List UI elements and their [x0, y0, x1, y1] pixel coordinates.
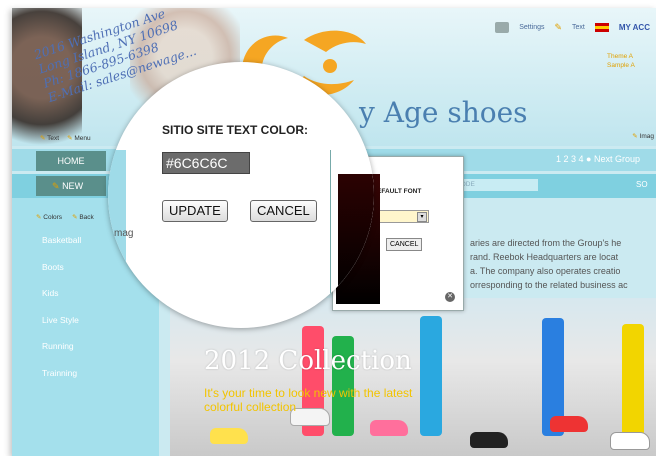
next-arrow-icon[interactable]: ●: [586, 154, 591, 164]
code-input[interactable]: CODE: [452, 179, 538, 191]
sidebar-item-live-style[interactable]: Live Style: [42, 314, 81, 341]
lens-sidebar-slice: [108, 150, 126, 328]
top-navigation: Settings ✎ Text MY ACC: [495, 22, 650, 33]
text-link[interactable]: Text: [572, 24, 585, 31]
search-label[interactable]: SO: [636, 180, 648, 189]
sidebar-item-trainning[interactable]: Trainning: [42, 367, 81, 394]
edit-menu-link[interactable]: ✎ Menu: [67, 134, 91, 142]
edit-colors-label: Colors: [43, 214, 63, 221]
about-line: rand. Reebok Headquarters are locat: [470, 252, 619, 262]
model-leg: [420, 316, 442, 436]
sidebar-item-kids[interactable]: Kids: [42, 287, 81, 314]
update-button[interactable]: UPDATE: [162, 200, 228, 222]
close-icon[interactable]: ✕: [445, 292, 455, 302]
about-line: aries are directed from the Group's he: [470, 238, 622, 248]
sneaker: [610, 432, 650, 450]
edit-back-label: Back: [79, 214, 94, 221]
settings-link[interactable]: Settings: [519, 24, 544, 31]
category-list: Basketball Boots Kids Live Style Running…: [42, 234, 81, 393]
pager[interactable]: 1 2 3 4 ● Next Group: [556, 154, 640, 164]
sneaker: [210, 428, 248, 444]
dropdown-arrow-icon[interactable]: ▾: [417, 212, 427, 222]
edit-image-label: Imag: [639, 133, 654, 140]
theme-label[interactable]: Theme A: [607, 52, 635, 61]
sneaker: [370, 420, 408, 436]
nav-new-button[interactable]: ✎ NEW: [36, 176, 106, 196]
edit-image-link[interactable]: ✎ Imag: [632, 132, 654, 140]
color-hex-input[interactable]: #6C6C6C: [162, 152, 250, 174]
pencil-icon: ✎: [40, 135, 46, 142]
brand-name: y Age shoes: [359, 96, 528, 129]
lens-image-label: mag: [114, 228, 134, 239]
default-font-label: EFAULT FONT: [377, 188, 422, 195]
flag-icon[interactable]: [594, 23, 609, 32]
sidebar-item-running[interactable]: Running: [42, 340, 81, 367]
font-cancel-button[interactable]: CANCEL: [386, 238, 423, 251]
tagline-line: It's your time to look new with the late…: [204, 386, 413, 400]
next-group-link[interactable]: Next Group: [594, 154, 640, 164]
sidebar-item-boots[interactable]: Boots: [42, 261, 81, 288]
tagline-line: colorful collection: [204, 400, 297, 414]
edit-menu-label: Menu: [74, 135, 91, 142]
sample-label[interactable]: Sample A: [607, 61, 635, 70]
pencil-icon: ✎: [554, 22, 563, 32]
text-color-label: SITIO SITE TEXT COLOR:: [162, 123, 309, 137]
lens-color-swatch: [338, 174, 374, 296]
pencil-icon: ✎: [52, 181, 60, 191]
edit-back-link[interactable]: ✎ Back: [72, 213, 94, 221]
model-leg: [622, 324, 644, 436]
pencil-icon: ✎: [36, 214, 42, 221]
edit-colors-link[interactable]: ✎ Colors: [36, 213, 62, 221]
magnifier-lens: mag SITIO SITE TEXT COLOR: #6C6C6C UPDAT…: [108, 62, 374, 328]
edit-text-link[interactable]: ✎ Text: [40, 134, 59, 142]
header-edit-tools: ✎ Text ✎ Menu: [40, 134, 91, 142]
nav-new-label: NEW: [62, 181, 84, 191]
sidebar-item-basketball[interactable]: Basketball: [42, 234, 81, 261]
banner-title: 2012 Collection: [204, 346, 412, 376]
banner-tagline: It's your time to look new with the late…: [204, 386, 412, 414]
about-line: a. The company also operates creatio: [470, 266, 621, 276]
edit-text-label: Text: [47, 135, 60, 142]
pencil-icon: ✎: [632, 133, 638, 140]
about-line: orresponding to the related business ac: [470, 280, 628, 290]
sneaker: [470, 432, 508, 448]
about-text: aries are directed from the Group's he r…: [470, 236, 628, 292]
settings-icon[interactable]: [495, 22, 510, 33]
pencil-icon: ✎: [67, 135, 73, 142]
nav-home-button[interactable]: HOME: [36, 151, 106, 171]
sidebar-edit-tools: ✎ Colors ✎ Back: [36, 213, 94, 221]
pencil-icon: ✎: [72, 214, 78, 221]
pager-numbers[interactable]: 1 2 3 4: [556, 154, 584, 164]
font-select[interactable]: ▾: [373, 210, 429, 223]
theme-selector[interactable]: Theme A Sample A: [607, 52, 635, 70]
sneaker: [550, 416, 588, 432]
cancel-button[interactable]: CANCEL: [250, 200, 317, 222]
my-account-link[interactable]: MY ACC: [619, 23, 650, 32]
